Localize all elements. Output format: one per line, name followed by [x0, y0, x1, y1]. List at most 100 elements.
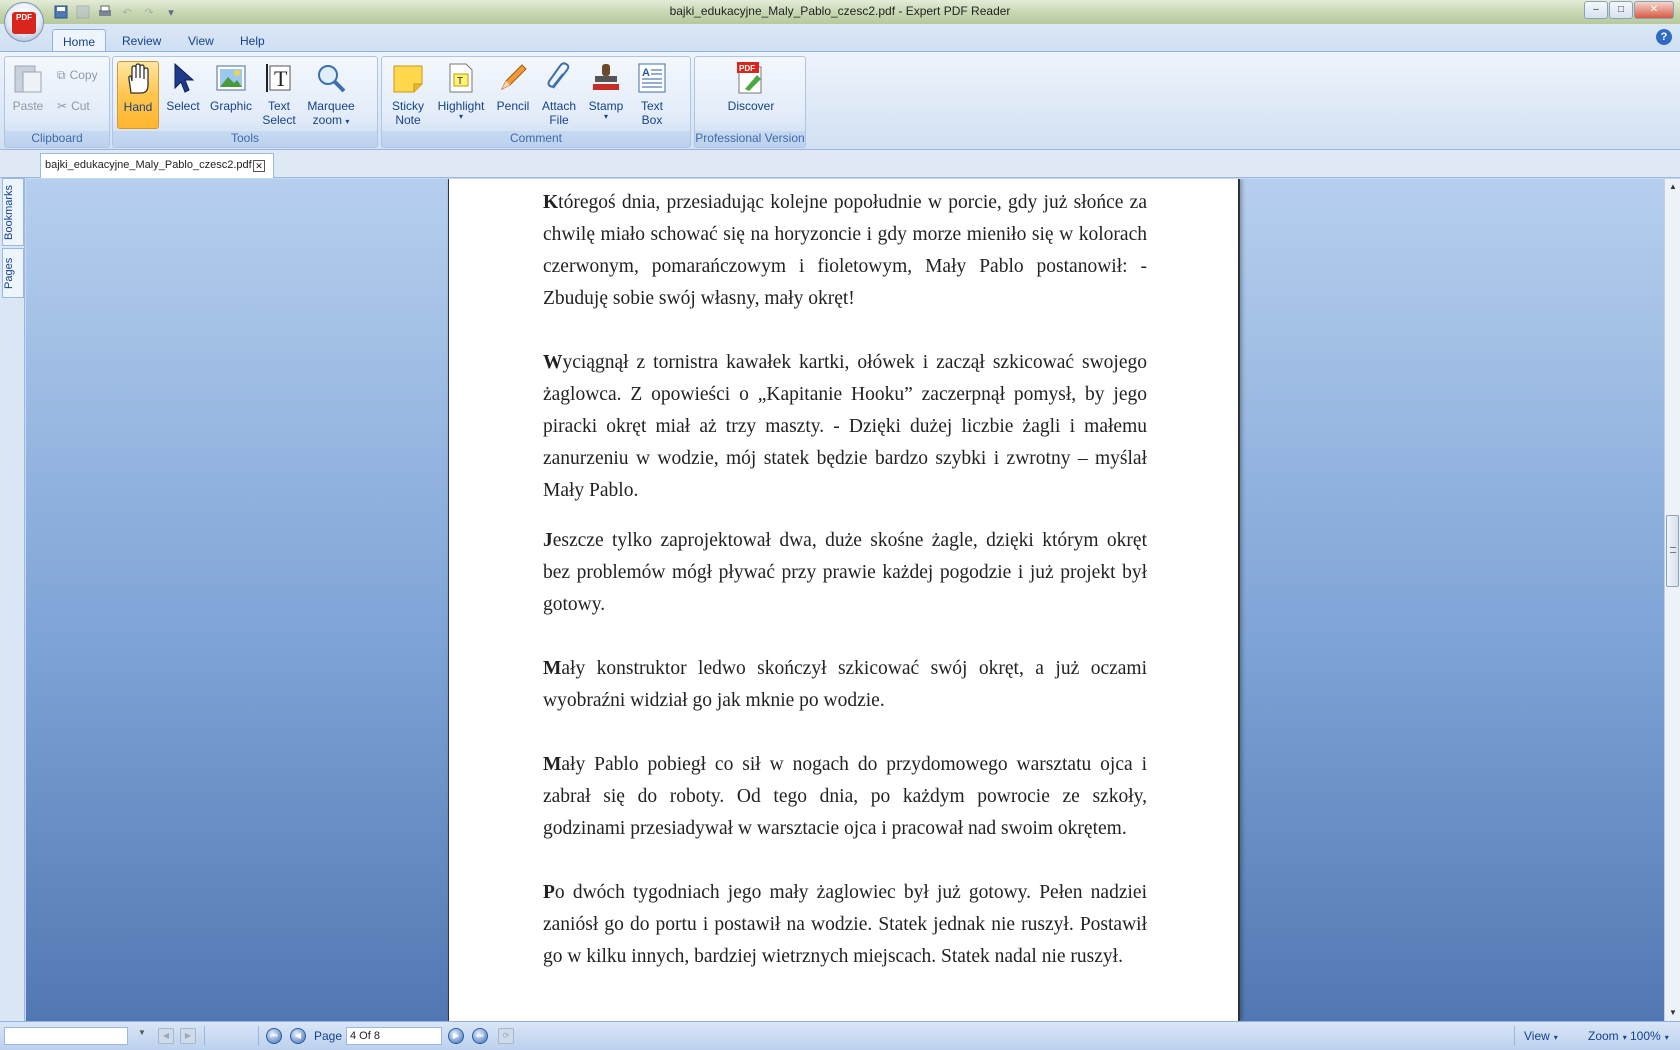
- app-menu-button[interactable]: PDF: [4, 2, 44, 42]
- vertical-scrollbar[interactable]: ▲ ▼: [1664, 179, 1680, 1021]
- refresh-icon[interactable]: ⟳: [498, 1028, 514, 1044]
- marquee-zoom-tool-button[interactable]: Marquee zoom ▾: [305, 61, 357, 129]
- professional-group-label: Professional Version: [695, 131, 805, 147]
- attach-label-2: File: [549, 113, 569, 127]
- separator: [258, 1026, 259, 1046]
- first-page-icon[interactable]: ⏮: [266, 1028, 282, 1044]
- close-button[interactable]: ✕: [1634, 1, 1674, 19]
- graphic-tool-button[interactable]: Graphic: [207, 61, 255, 129]
- select-tool-button[interactable]: Select: [163, 61, 203, 129]
- textbox-label-2: Box: [641, 113, 663, 127]
- page-text: Któregoś dnia, przesiadując kolejne popo…: [543, 187, 1147, 1005]
- next-page-icon[interactable]: ▶: [448, 1028, 464, 1044]
- pdf-orb-icon: PDF: [12, 12, 36, 34]
- paragraph-1: Któregoś dnia, przesiadując kolejne popo…: [543, 192, 1147, 309]
- graphic-label: Graphic: [209, 99, 253, 113]
- scroll-up-icon[interactable]: ▲: [1665, 179, 1680, 195]
- scroll-thumb[interactable]: [1666, 515, 1679, 587]
- paragraph-5: Mały Pablo pobiegł co sił w nogach do pr…: [543, 754, 1147, 839]
- paste-icon: [11, 61, 45, 95]
- highlight-label: Highlight: [437, 99, 485, 113]
- zoom-menu[interactable]: Zoom ▾: [1588, 1029, 1627, 1043]
- stamp-label: Stamp: [588, 99, 624, 113]
- paragraph-2: Wyciągnął z tornistra kawałek kartki, oł…: [543, 352, 1147, 501]
- stamp-icon: [589, 61, 623, 95]
- scroll-grip-icon: [1670, 547, 1676, 553]
- separator: [204, 1026, 205, 1046]
- ribbon: Paste ⧉ Copy ✂ Cut Clipboard Hand Select: [0, 51, 1680, 150]
- svg-text:A: A: [642, 67, 650, 79]
- forward-icon[interactable]: ▶: [180, 1028, 196, 1044]
- marquee-label-2: zoom: [312, 113, 342, 127]
- text-box-icon: A: [635, 61, 669, 95]
- tab-help[interactable]: Help: [230, 29, 275, 52]
- svg-text:T: T: [457, 76, 463, 87]
- select-label: Select: [166, 99, 200, 113]
- pencil-button[interactable]: Pencil: [492, 61, 534, 129]
- cut-icon: ✂: [57, 99, 68, 113]
- marquee-dropdown-icon: ▾: [345, 117, 350, 126]
- close-tab-icon[interactable]: ✕: [253, 160, 265, 172]
- pencil-label: Pencil: [496, 99, 530, 113]
- discover-pdf-icon: PDF: [734, 61, 768, 95]
- hand-label: Hand: [123, 100, 153, 114]
- attach-file-button[interactable]: Attach File: [538, 61, 580, 129]
- tab-home[interactable]: Home: [52, 29, 107, 52]
- attach-label-1: Attach: [541, 99, 577, 113]
- copy-button[interactable]: ⧉ Copy: [57, 65, 98, 85]
- view-caret-icon: ▾: [1553, 1033, 1558, 1042]
- stamp-button[interactable]: Stamp ▾: [584, 61, 628, 129]
- status-bar: ▼ ◀ ▶ ⏮ ◀ Page 4 Of 8 ▶ ⏭ ⟳ View ▾ Zoom ▾ …: [0, 1021, 1680, 1050]
- document-tab[interactable]: bajki_edukacyjne_Maly_Pablo_czesc2.pdf ✕: [40, 153, 274, 178]
- textbox-label-1: Text: [640, 99, 663, 113]
- page-label: Page: [314, 1029, 343, 1043]
- tab-review[interactable]: Review: [112, 29, 171, 52]
- text-select-label-1: Text: [267, 99, 290, 113]
- copy-label: Copy: [69, 68, 98, 82]
- sticky-note-icon: [391, 61, 425, 95]
- clipboard-group: Paste ⧉ Copy ✂ Cut Clipboard: [4, 56, 110, 148]
- combo-dropdown-icon[interactable]: ▼: [138, 1028, 146, 1037]
- pencil-icon: [496, 61, 530, 95]
- hand-tool-button[interactable]: Hand: [117, 61, 159, 129]
- document-tab-strip: bajki_edukacyjne_Maly_Pablo_czesc2.pdf ✕: [0, 150, 1680, 178]
- previous-page-icon[interactable]: ◀: [290, 1028, 306, 1044]
- view-menu[interactable]: View ▾: [1524, 1029, 1558, 1043]
- text-select-tool-button[interactable]: T Text Select: [257, 61, 301, 129]
- paste-button[interactable]: Paste: [9, 61, 47, 129]
- document-viewer[interactable]: Któregoś dnia, przesiadując kolejne popo…: [26, 179, 1664, 1021]
- sticky-label-2: Note: [395, 113, 421, 127]
- bookmarks-tab[interactable]: Bookmarks: [2, 178, 24, 246]
- last-page-icon[interactable]: ⏭: [472, 1028, 488, 1044]
- cut-button[interactable]: ✂ Cut: [57, 96, 90, 116]
- text-select-icon: T: [262, 61, 296, 95]
- window-title: bajki_edukacyjne_Maly_Pablo_czesc2.pdf -…: [669, 4, 1011, 18]
- separator: [1514, 1026, 1515, 1046]
- back-icon[interactable]: ◀: [158, 1028, 174, 1044]
- discover-button[interactable]: PDF Discover: [719, 61, 783, 129]
- zoom-caret-icon: ▾: [1622, 1033, 1627, 1042]
- help-icon[interactable]: ?: [1656, 29, 1672, 45]
- tab-view[interactable]: View: [178, 29, 224, 52]
- window-controls: – □ ✕: [1584, 1, 1674, 19]
- professional-group: PDF Discover Professional Version: [694, 56, 806, 148]
- minimize-button[interactable]: –: [1584, 1, 1608, 19]
- paperclip-icon: [542, 61, 576, 95]
- page-number-input[interactable]: 4 Of 8: [346, 1027, 442, 1045]
- magnifier-icon: [314, 61, 348, 95]
- tools-group-label: Tools: [113, 131, 377, 147]
- cut-label: Cut: [71, 99, 90, 113]
- paste-label: Paste: [12, 99, 44, 113]
- highlight-button[interactable]: T Highlight ▾: [434, 61, 488, 129]
- marquee-label-1: Marquee: [307, 99, 355, 113]
- hand-icon: [121, 62, 155, 96]
- paragraph-3: Jeszcze tylko zaprojektował dwa, duże sk…: [543, 530, 1147, 615]
- scroll-down-icon[interactable]: ▼: [1665, 1005, 1680, 1021]
- maximize-button[interactable]: □: [1609, 1, 1633, 19]
- sticky-note-button[interactable]: Sticky Note: [386, 61, 430, 129]
- zoom-level[interactable]: 100% ▾: [1630, 1029, 1669, 1043]
- highlight-icon: T: [444, 61, 478, 95]
- status-combo[interactable]: [4, 1027, 128, 1045]
- pages-tab[interactable]: Pages: [2, 248, 24, 298]
- text-box-button[interactable]: A Text Box: [632, 61, 672, 129]
